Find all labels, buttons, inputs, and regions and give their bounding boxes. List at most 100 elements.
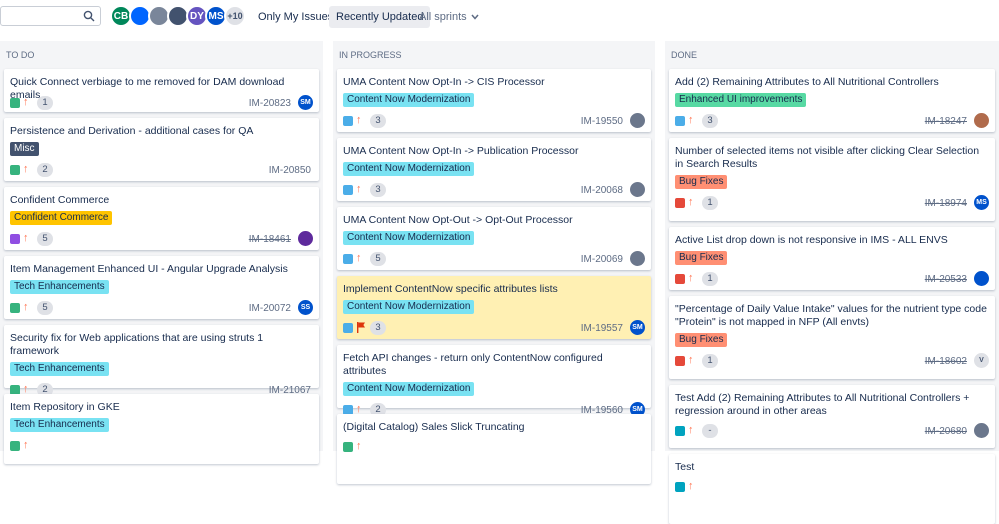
bug-type-icon bbox=[675, 356, 685, 366]
issue-card[interactable]: Number of selected items not visible aft… bbox=[669, 138, 995, 221]
column-in-progress: IN PROGRESS UMA Content Now Opt-In -> CIS… bbox=[333, 41, 655, 484]
story-points-badge: 3 bbox=[370, 321, 386, 335]
issue-card[interactable]: Quick Connect verbiage to me removed for… bbox=[4, 69, 319, 112]
issue-summary: Implement ContentNow specific attributes… bbox=[343, 283, 558, 295]
issue-card[interactable]: UMA Content Now Opt-Out -> Opt-Out Proce… bbox=[337, 207, 651, 270]
issue-footer: 3 IM-19557 SM bbox=[343, 320, 645, 337]
subtask-type-icon bbox=[343, 254, 353, 264]
issue-key[interactable]: IM-20068 bbox=[581, 185, 623, 196]
issue-summary: UMA Content Now Opt-Out -> Opt-Out Proce… bbox=[343, 214, 573, 226]
issue-key[interactable]: IM-19557 bbox=[581, 323, 623, 334]
issue-card[interactable]: Test Add (2) Remaining Attributes to All… bbox=[669, 385, 995, 448]
assignee-avatar[interactable]: MS bbox=[974, 195, 989, 210]
story-points-badge: 3 bbox=[702, 114, 718, 128]
priority-major-icon: ↑ bbox=[688, 272, 694, 284]
story-points-badge: 5 bbox=[37, 232, 53, 246]
sprint-filter-dropdown[interactable]: All sprints bbox=[419, 6, 479, 28]
search-input[interactable] bbox=[0, 6, 101, 26]
story-points-badge: - bbox=[702, 424, 718, 438]
epic-label: Tech Enhancements bbox=[10, 418, 109, 432]
assignee-avatar[interactable]: V bbox=[974, 353, 989, 368]
issue-summary: Item Management Enhanced UI - Angular Up… bbox=[10, 263, 288, 275]
issue-footer: ↑ 2 IM-20850 bbox=[10, 163, 313, 179]
story-points-badge: 1 bbox=[37, 96, 53, 110]
issue-footer: ↑ 5 IM-20072 SS bbox=[10, 300, 313, 317]
issue-card[interactable]: Confident Commerce Confident Commerce ↑ 5 IM… bbox=[4, 187, 319, 250]
issue-key[interactable]: IM-20680 bbox=[925, 426, 967, 437]
issue-key[interactable]: IM-20533 bbox=[925, 274, 967, 285]
only-my-issues-button[interactable]: Only My Issues bbox=[251, 6, 340, 28]
epic-label: Content Now Modernization bbox=[343, 162, 475, 176]
story-type-icon bbox=[10, 441, 20, 451]
subtask-type-icon bbox=[343, 323, 353, 333]
story-points-badge: 5 bbox=[370, 252, 386, 266]
issue-card[interactable]: Implement ContentNow specific attributes… bbox=[337, 276, 651, 339]
issue-key[interactable]: IM-18461 bbox=[249, 234, 291, 245]
issue-key[interactable]: IM-18247 bbox=[925, 116, 967, 127]
issue-key[interactable]: IM-20069 bbox=[581, 254, 623, 265]
story-type-icon bbox=[10, 165, 20, 175]
issue-key[interactable]: IM-20072 bbox=[249, 303, 291, 314]
assignee-avatar[interactable]: SM bbox=[630, 320, 645, 335]
issue-footer: ↑ 1 IM-18602 V bbox=[675, 353, 989, 370]
issue-footer: ↑ 1 IM-20533 bbox=[675, 271, 989, 288]
assignee-avatar[interactable]: SS bbox=[298, 300, 313, 315]
story-points-badge: 1 bbox=[702, 272, 718, 286]
chevron-down-icon bbox=[471, 14, 479, 20]
issue-card[interactable]: (Digital Catalog) Sales Slick Truncating… bbox=[337, 414, 651, 484]
assignee-avatar[interactable]: SM bbox=[298, 95, 313, 110]
epic-label: Content Now Modernization bbox=[343, 231, 475, 245]
assignee-avatar[interactable] bbox=[630, 113, 645, 128]
issue-key[interactable]: IM-18974 bbox=[925, 198, 967, 209]
assignee-avatar[interactable] bbox=[974, 423, 989, 438]
issue-card[interactable]: Persistence and Derivation - additional … bbox=[4, 118, 319, 181]
issue-footer: ↑ 5 IM-18461 bbox=[10, 231, 313, 248]
assignee-avatar[interactable] bbox=[974, 113, 989, 128]
avatar-more-10[interactable]: +10 bbox=[224, 5, 246, 27]
issue-card[interactable]: "Percentage of Daily Value Intake" value… bbox=[669, 296, 995, 379]
epic-label: Content Now Modernization bbox=[343, 93, 475, 107]
priority-major-icon: ↑ bbox=[23, 439, 29, 451]
assignee-avatar[interactable] bbox=[630, 251, 645, 266]
assignee-avatar[interactable] bbox=[974, 271, 989, 286]
issue-card[interactable]: Security fix for Web applications that a… bbox=[4, 325, 319, 397]
board-toolbar: CB DY MS +10 Only My Issues Recently Update… bbox=[0, 0, 999, 34]
issue-key[interactable]: IM-19550 bbox=[581, 116, 623, 127]
issue-card[interactable]: Active List drop down is not responsive … bbox=[669, 227, 995, 290]
subtask-type-icon bbox=[343, 116, 353, 126]
priority-major-icon: ↑ bbox=[356, 440, 362, 452]
recently-updated-button[interactable]: Recently Updated bbox=[329, 6, 431, 28]
test-type-icon bbox=[675, 482, 685, 492]
issue-footer: ↑ 5 IM-20069 bbox=[343, 251, 645, 268]
epic-type-icon bbox=[10, 234, 20, 244]
issue-summary: UMA Content Now Opt-In -> Publication Pr… bbox=[343, 145, 579, 157]
issue-key[interactable]: IM-20850 bbox=[269, 165, 311, 176]
priority-major-icon: ↑ bbox=[23, 232, 29, 244]
issue-card[interactable]: Test ↑ bbox=[669, 454, 995, 524]
flag-icon bbox=[357, 322, 365, 333]
issue-key[interactable]: IM-20823 bbox=[249, 98, 291, 109]
epic-label: Enhanced UI improvements bbox=[675, 93, 807, 107]
assignee-avatar[interactable] bbox=[298, 231, 313, 246]
issue-summary: Item Repository in GKE bbox=[10, 401, 120, 413]
story-points-badge: 3 bbox=[370, 183, 386, 197]
assignee-avatar[interactable] bbox=[630, 182, 645, 197]
story-points-badge: 5 bbox=[37, 301, 53, 315]
issue-card[interactable]: Fetch API changes - return only ContentN… bbox=[337, 345, 651, 417]
issue-key[interactable]: IM-18602 bbox=[925, 356, 967, 367]
bug-type-icon bbox=[675, 274, 685, 284]
priority-major-icon: ↑ bbox=[356, 252, 362, 264]
epic-label: Bug Fixes bbox=[675, 333, 728, 347]
issue-card[interactable]: Add (2) Remaining Attributes to All Nutr… bbox=[669, 69, 995, 132]
story-type-icon bbox=[10, 98, 20, 108]
issue-summary: Number of selected items not visible aft… bbox=[675, 145, 980, 170]
issue-card[interactable]: UMA Content Now Opt-In -> Publication Pr… bbox=[337, 138, 651, 201]
priority-major-icon: ↑ bbox=[688, 354, 694, 366]
issue-summary: Confident Commerce bbox=[10, 194, 110, 206]
priority-major-icon: ↑ bbox=[688, 114, 694, 126]
issue-footer: ↑ 3 IM-20068 bbox=[343, 182, 645, 199]
issue-card[interactable]: Item Repository in GKE Tech Enhancements ↑ bbox=[4, 394, 319, 464]
issue-card[interactable]: Item Management Enhanced UI - Angular Up… bbox=[4, 256, 319, 319]
issue-card[interactable]: UMA Content Now Opt-In -> CIS Processor C… bbox=[337, 69, 651, 132]
issue-summary: Test bbox=[675, 461, 695, 473]
